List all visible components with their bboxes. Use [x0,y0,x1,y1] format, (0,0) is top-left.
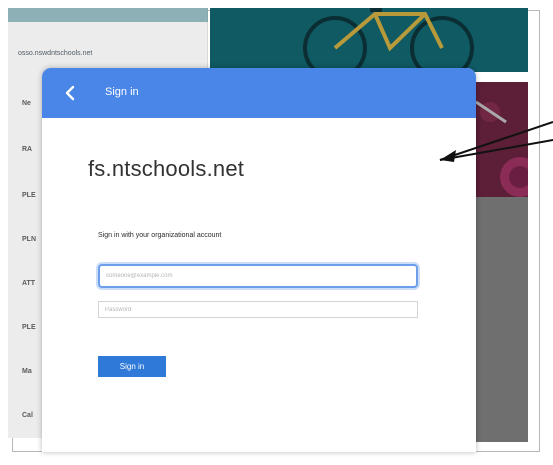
chevron-left-icon [65,85,75,101]
dialog-header: Sign in [42,68,476,118]
background-side-panel [476,197,528,442]
background-bicycle-banner [210,8,528,72]
domain-heading: fs.ntschools.net [88,156,245,181]
background-list-item: PLE [22,192,36,199]
background-list-item: RA [22,146,33,153]
dialog-title: Sign in [105,86,139,98]
sign-in-dialog: Sign in fs.ntschools.net Sign in with yo… [42,68,476,452]
background-list-item: ATT [22,280,36,287]
username-input[interactable] [98,264,418,288]
background-header-strip [8,8,208,22]
background-url: osso.nswdntschools.net [18,50,93,57]
background-list-item: Ma [22,368,32,375]
background-list-item: PLE [22,324,36,331]
background-list-item: Cal [22,412,33,419]
password-input[interactable] [98,301,418,318]
sign-in-button[interactable]: Sign in [98,356,166,377]
back-button[interactable] [60,82,82,104]
sign-in-instruction: Sign in with your organizational account [98,232,222,239]
background-list-item: PLN [22,236,36,243]
background-list-item: Ne [22,100,31,107]
background-photo [476,82,528,197]
